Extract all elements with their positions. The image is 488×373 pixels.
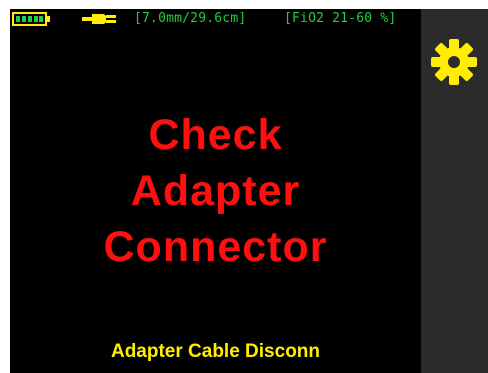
alert-line-adapter: Adapter: [130, 167, 301, 215]
alert-line-check: Check: [148, 111, 283, 159]
alert-message: Check Adapter Connector: [10, 107, 421, 275]
power-plug-icon: [82, 14, 116, 24]
gear-icon[interactable]: [429, 37, 479, 87]
status-message: Adapter Cable Disconn: [110, 341, 321, 362]
side-panel: [421, 9, 488, 373]
status-bar: [7.0mm/29.6cm] [FiO2 21-60 %]: [10, 9, 420, 31]
fio2-range-readout: [FiO2 21-60 %]: [284, 11, 397, 26]
battery-full-icon: [12, 12, 50, 26]
device-screen: [7.0mm/29.6cm] [FiO2 21-60 %] Check Adap…: [10, 9, 488, 373]
tube-size-readout: [7.0mm/29.6cm]: [134, 11, 247, 26]
alert-line-connector: Connector: [103, 223, 328, 271]
